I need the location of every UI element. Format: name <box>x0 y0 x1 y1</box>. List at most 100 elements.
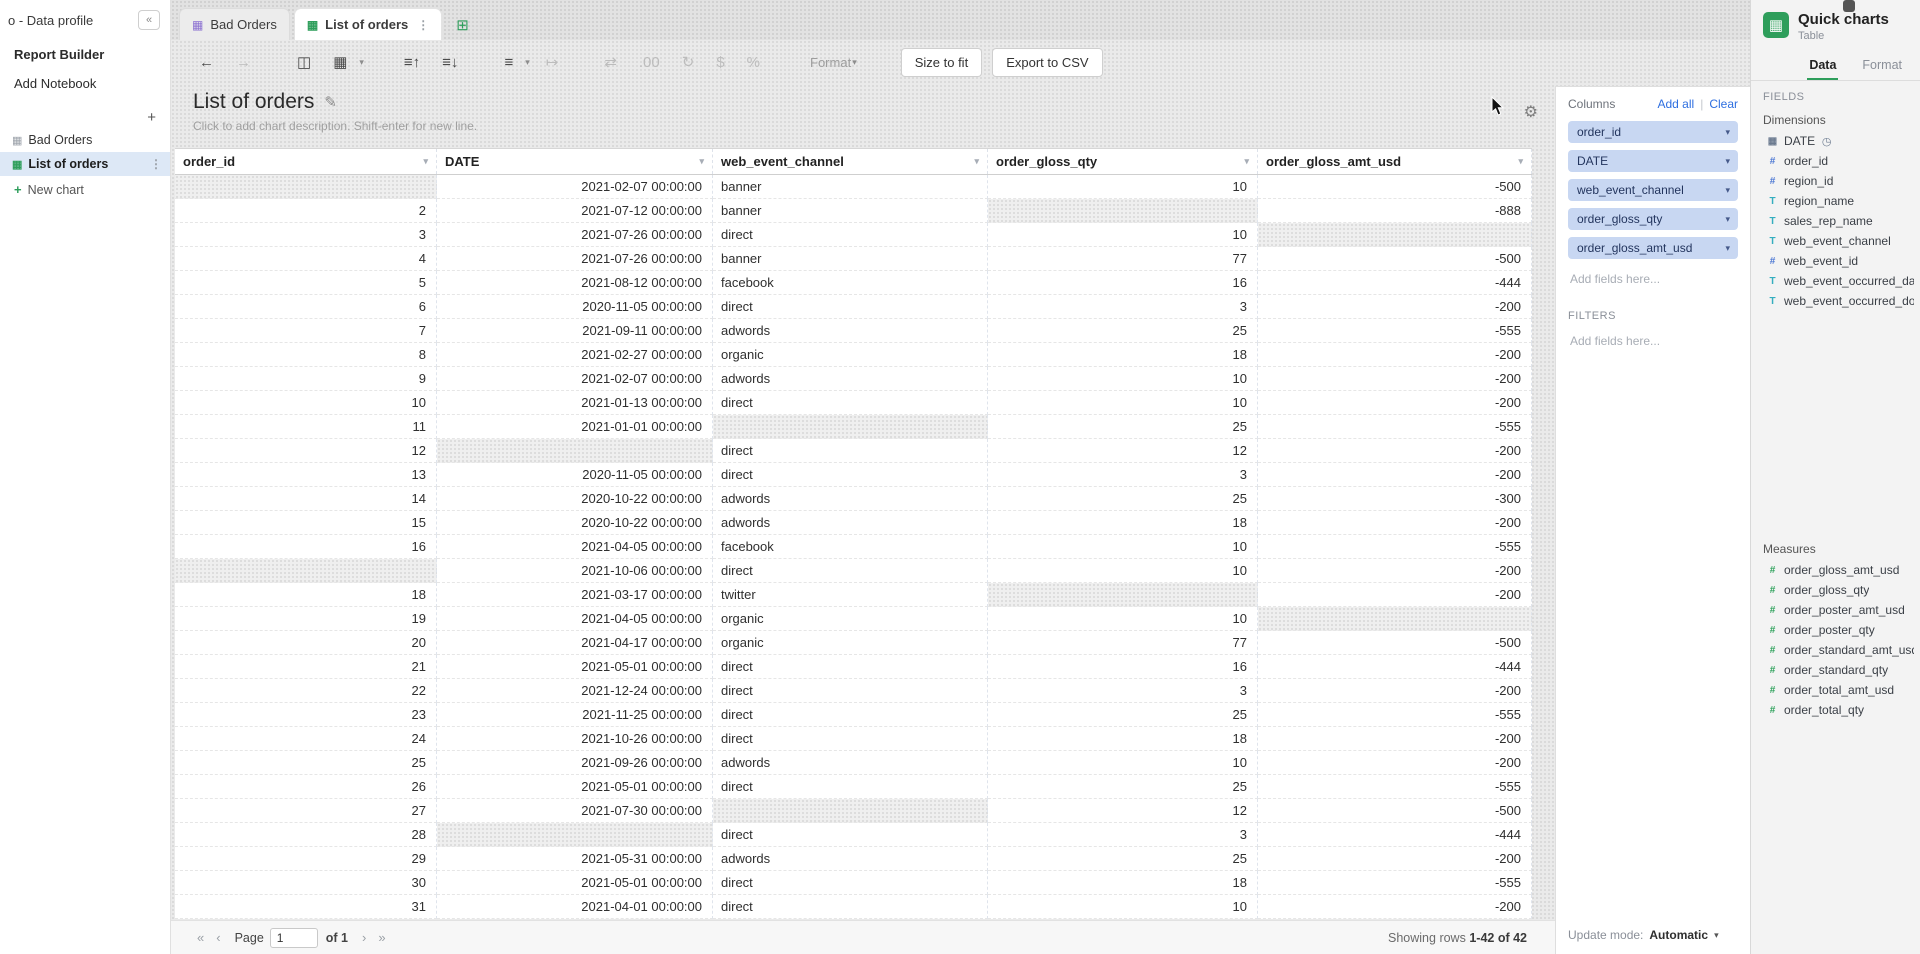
field-item[interactable]: #order_poster_amt_usd <box>1751 600 1920 620</box>
chevron-down-icon[interactable]: ▾ <box>699 156 704 167</box>
decimal-icon[interactable]: .00 <box>633 52 666 73</box>
table-cell[interactable]: -555 <box>1258 535 1532 559</box>
table-cell[interactable]: 21 <box>175 655 437 679</box>
column-header[interactable]: order_gloss_qty▾ <box>988 149 1258 174</box>
column-header[interactable]: order_id▾ <box>175 149 437 174</box>
gear-icon[interactable]: ⚙ <box>1524 102 1538 122</box>
table-row[interactable]: 52021-08-12 00:00:00facebook16-444 <box>175 271 1532 295</box>
field-item[interactable]: Tweb_event_channel <box>1751 231 1920 251</box>
chevron-down-icon[interactable]: ▾ <box>1725 185 1730 196</box>
table-cell[interactable]: -200 <box>1258 511 1532 535</box>
field-item[interactable]: #order_standard_qty <box>1751 660 1920 680</box>
table-cell[interactable]: -200 <box>1258 679 1532 703</box>
field-item[interactable]: #order_id <box>1751 151 1920 171</box>
table-cell[interactable]: -300 <box>1258 487 1532 511</box>
format-dropdown[interactable]: Format ▾ <box>800 50 867 75</box>
table-cell[interactable]: direct <box>713 223 988 247</box>
table-cell[interactable]: -200 <box>1258 559 1532 583</box>
chevron-down-icon[interactable]: ▾ <box>1725 127 1730 138</box>
next-page-icon[interactable]: › <box>356 930 372 945</box>
table-cell[interactable]: direct <box>713 703 988 727</box>
table-row[interactable]: 142020-10-22 00:00:00adwords25-300 <box>175 487 1532 511</box>
table-cell[interactable]: -444 <box>1258 823 1532 847</box>
table-cell[interactable]: 25 <box>988 487 1258 511</box>
add-all-link[interactable]: Add all <box>1657 97 1694 111</box>
undo-icon[interactable]: ← <box>193 52 220 73</box>
column-pill[interactable]: DATE▾ <box>1568 150 1738 172</box>
table-cell[interactable]: 13 <box>175 463 437 487</box>
prev-page-icon[interactable]: ‹ <box>210 930 226 945</box>
tab-list-of-orders[interactable]: ▦ List of orders ⋮ <box>294 8 442 40</box>
add-chart-plus-icon[interactable]: + <box>147 112 156 124</box>
table-row[interactable]: 42021-07-26 00:00:00banner77-500 <box>175 247 1532 271</box>
table-cell[interactable] <box>1258 607 1532 631</box>
table-cell[interactable]: -500 <box>1258 247 1532 271</box>
tab-format[interactable]: Format <box>1860 54 1904 80</box>
table-cell[interactable]: 11 <box>175 415 437 439</box>
table-cell[interactable]: direct <box>713 655 988 679</box>
kebab-menu-icon[interactable]: ⋮ <box>417 18 429 32</box>
filters-add-fields-dropzone[interactable]: Add fields here... <box>1568 328 1738 350</box>
table-cell[interactable]: -500 <box>1258 175 1532 199</box>
tab-data[interactable]: Data <box>1807 54 1838 80</box>
columns-add-fields-dropzone[interactable]: Add fields here... <box>1568 266 1738 288</box>
table-cell[interactable]: -555 <box>1258 871 1532 895</box>
table-cell[interactable]: -444 <box>1258 655 1532 679</box>
redo-icon[interactable]: → <box>230 52 257 73</box>
chevron-down-icon[interactable]: ▾ <box>1725 214 1730 225</box>
table-cell[interactable]: -888 <box>1258 199 1532 223</box>
table-cell[interactable]: 2021-04-05 00:00:00 <box>437 535 713 559</box>
field-item[interactable]: #order_gloss_amt_usd <box>1751 560 1920 580</box>
field-item[interactable]: ▦DATE◷ <box>1751 131 1920 151</box>
table-cell[interactable]: 2021-05-01 00:00:00 <box>437 871 713 895</box>
table-cell[interactable]: 2021-02-07 00:00:00 <box>437 175 713 199</box>
table-cell[interactable]: 10 <box>988 367 1258 391</box>
table-cell[interactable]: direct <box>713 895 988 919</box>
table-cell[interactable]: -555 <box>1258 319 1532 343</box>
table-cell[interactable]: 3 <box>175 223 437 247</box>
merge-cells-icon[interactable]: ↦ <box>540 51 565 73</box>
table-cell[interactable]: direct <box>713 463 988 487</box>
chart-description-placeholder[interactable]: Click to add chart description. Shift-en… <box>193 119 1555 133</box>
export-csv-button[interactable]: Export to CSV <box>992 48 1102 77</box>
table-cell[interactable]: 16 <box>175 535 437 559</box>
table-cell[interactable]: 2021-05-31 00:00:00 <box>437 847 713 871</box>
table-cell[interactable] <box>713 415 988 439</box>
field-item[interactable]: Tregion_name <box>1751 191 1920 211</box>
table-cell[interactable] <box>1258 223 1532 247</box>
table-cell[interactable]: -555 <box>1258 775 1532 799</box>
table-cell[interactable]: 20 <box>175 631 437 655</box>
table-cell[interactable]: direct <box>713 871 988 895</box>
table-row[interactable]: 232021-11-25 00:00:00direct25-555 <box>175 703 1532 727</box>
table-cell[interactable]: 3 <box>988 823 1258 847</box>
table-cell[interactable]: 2021-04-01 00:00:00 <box>437 895 713 919</box>
table-cell[interactable]: 28 <box>175 823 437 847</box>
field-item[interactable]: #order_poster_qty <box>1751 620 1920 640</box>
table-cell[interactable]: adwords <box>713 367 988 391</box>
field-item[interactable]: Tweb_event_occurred_do_w_n <box>1751 291 1920 311</box>
table-row[interactable]: 272021-07-30 00:00:0012-500 <box>175 799 1532 823</box>
last-page-icon[interactable]: » <box>372 930 391 945</box>
table-cell[interactable]: -555 <box>1258 703 1532 727</box>
table-cell[interactable]: 3 <box>988 463 1258 487</box>
page-number-input[interactable] <box>270 928 318 948</box>
table-cell[interactable]: adwords <box>713 319 988 343</box>
table-cell[interactable]: 15 <box>175 511 437 535</box>
table-row[interactable]: 72021-09-11 00:00:00adwords25-555 <box>175 319 1532 343</box>
field-item[interactable]: #region_id <box>1751 171 1920 191</box>
table-cell[interactable]: 25 <box>988 703 1258 727</box>
add-notebook-link[interactable]: Add Notebook <box>0 69 170 98</box>
table-cell[interactable]: 2021-07-12 00:00:00 <box>437 199 713 223</box>
table-cell[interactable]: 22 <box>175 679 437 703</box>
table-cell[interactable]: direct <box>713 775 988 799</box>
field-item[interactable]: #order_gloss_qty <box>1751 580 1920 600</box>
table-cell[interactable] <box>988 199 1258 223</box>
table-cell[interactable]: adwords <box>713 847 988 871</box>
table-cell[interactable]: 12 <box>988 439 1258 463</box>
table-row[interactable]: 192021-04-05 00:00:00organic10 <box>175 607 1532 631</box>
sort-descending-icon[interactable]: ≡↓ <box>436 52 464 73</box>
table-cell[interactable]: 77 <box>988 247 1258 271</box>
table-row[interactable]: 182021-03-17 00:00:00twitter-200 <box>175 583 1532 607</box>
new-chart-button[interactable]: + New chart <box>0 176 170 203</box>
table-cell[interactable]: -555 <box>1258 415 1532 439</box>
